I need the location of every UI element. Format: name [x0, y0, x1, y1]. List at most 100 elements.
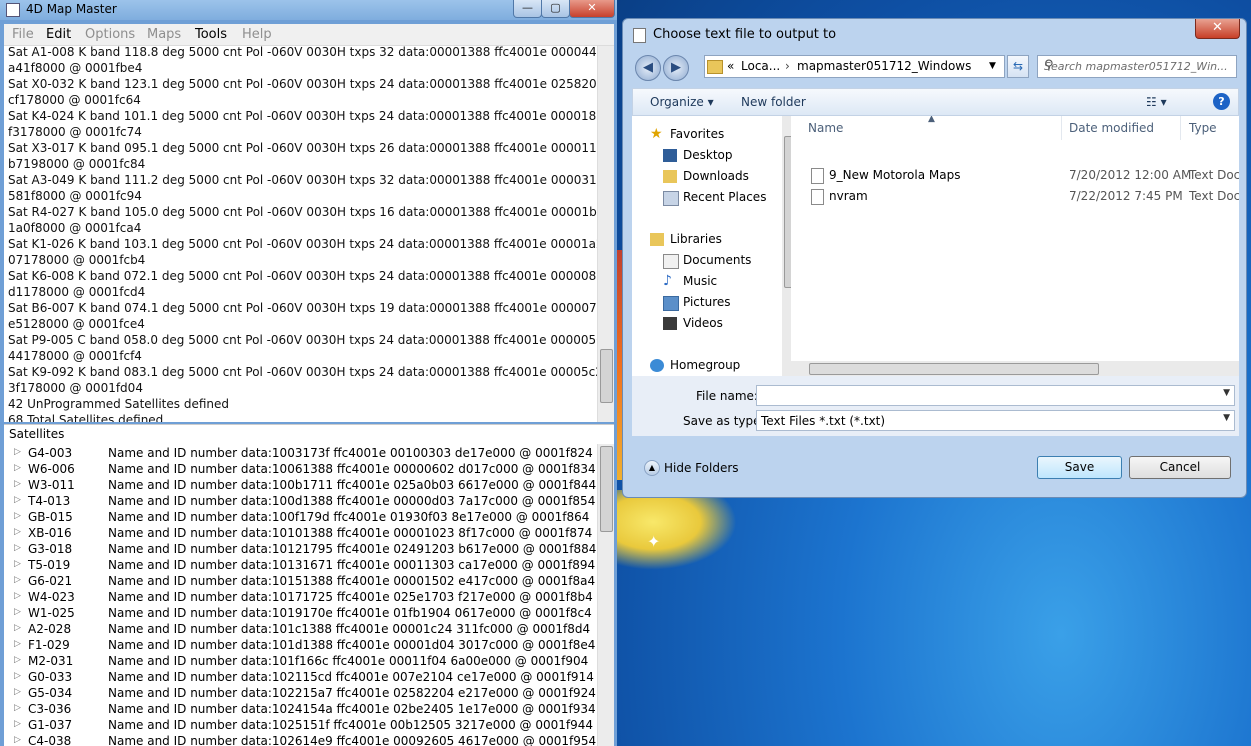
organize-label: Organize — [650, 95, 704, 109]
file-list[interactable]: Name ▲ Date modified Type 9_New Motorola… — [791, 116, 1239, 361]
save-button[interactable]: Save — [1037, 456, 1122, 479]
minimize-button[interactable]: — — [513, 0, 542, 18]
save-type-dropdown-icon[interactable]: ▼ — [1223, 413, 1230, 423]
back-button[interactable]: ◀ — [635, 55, 661, 81]
log-line: 68 Total Satellites defined — [8, 413, 164, 422]
expand-arrow-icon[interactable]: ▷ — [14, 719, 21, 729]
satellite-row[interactable]: ▷ C4-038 Name and ID number data:102614e9 … — [4, 734, 598, 746]
satellite-row[interactable]: ▷ GB-015 Name and ID number data:100f179d … — [4, 510, 598, 526]
menu-options[interactable]: Options — [85, 27, 135, 42]
file-name-dropdown-icon[interactable]: ▼ — [1223, 388, 1230, 398]
output-log[interactable]: Sat A1-008 K band 118.8 deg 5000 cnt Pol… — [4, 46, 614, 422]
satellite-row[interactable]: ▷ G1-037 Name and ID number data:1025151f … — [4, 718, 598, 734]
satellite-row[interactable]: ▷ F1-029 Name and ID number data:101d1388 … — [4, 638, 598, 654]
expand-arrow-icon[interactable]: ▷ — [14, 703, 21, 713]
save-type-select[interactable]: Text Files *.txt (*.txt) ▼ — [756, 410, 1235, 431]
expand-arrow-icon[interactable]: ▷ — [14, 607, 21, 617]
satellite-id: GB-015 — [28, 510, 73, 524]
satellite-row[interactable]: ▷ W4-023 Name and ID number data:10171725 … — [4, 590, 598, 606]
view-options-icon[interactable]: ☷ ▾ — [1146, 95, 1167, 109]
column-name[interactable]: Name — [808, 121, 843, 135]
app-titlebar[interactable]: 4D Map Master — ▢ ✕ — [0, 0, 617, 20]
expand-arrow-icon[interactable]: ▷ — [14, 623, 21, 633]
menu-maps[interactable]: Maps — [147, 27, 181, 42]
satellite-row[interactable]: ▷ G0-033 Name and ID number data:102115cd … — [4, 670, 598, 686]
new-folder-button[interactable]: New folder — [741, 95, 806, 109]
satellite-row[interactable]: ▷ G5-034 Name and ID number data:102215a7 … — [4, 686, 598, 702]
expand-arrow-icon[interactable]: ▷ — [14, 511, 21, 521]
expand-arrow-icon[interactable]: ▷ — [14, 591, 21, 601]
satellite-info: Name and ID number data:101c1388 ffc4001… — [108, 622, 591, 636]
satellite-row[interactable]: ▷ M2-031 Name and ID number data:101f166c … — [4, 654, 598, 670]
expand-arrow-icon[interactable]: ▷ — [14, 655, 21, 665]
refresh-button[interactable]: ⇆ — [1007, 55, 1029, 78]
satellites-tree[interactable]: ▷ G4-003 Name and ID number data:1003173f … — [4, 444, 614, 746]
address-chevron-icon[interactable]: › — [785, 59, 790, 73]
file-row[interactable]: 9_New Motorola Maps 7/20/2012 12:00 AM T… — [791, 166, 1239, 186]
address-prefix[interactable]: Loca... — [741, 59, 780, 73]
expand-arrow-icon[interactable]: ▷ — [14, 495, 21, 505]
satellite-id: C4-038 — [28, 734, 72, 746]
column-separator[interactable] — [1061, 116, 1062, 140]
menu-edit[interactable]: Edit — [46, 27, 71, 42]
dialog-close-button[interactable]: ✕ — [1195, 19, 1240, 39]
expand-arrow-icon[interactable]: ▷ — [14, 671, 21, 681]
address-dropdown-icon[interactable]: ▼ — [989, 61, 996, 71]
expand-arrow-icon[interactable]: ▷ — [14, 527, 21, 537]
expand-arrow-icon[interactable]: ▷ — [14, 559, 21, 569]
expand-arrow-icon[interactable]: ▷ — [14, 575, 21, 585]
log-line: e5128000 @ 0001fce4 — [8, 317, 145, 331]
column-separator[interactable] — [1180, 116, 1181, 140]
satellite-row[interactable]: ▷ G4-003 Name and ID number data:1003173f … — [4, 446, 598, 462]
nav-pictures-label: Pictures — [683, 295, 731, 309]
expand-arrow-icon[interactable]: ▷ — [14, 639, 21, 649]
search-input[interactable]: Search mapmaster051712_Win... ⚲ — [1037, 55, 1237, 78]
satellites-scrollbar[interactable] — [597, 444, 614, 746]
file-list-hscrollbar[interactable] — [791, 361, 1239, 376]
satellite-row[interactable]: ▷ G3-018 Name and ID number data:10121795 … — [4, 542, 598, 558]
expand-arrow-icon[interactable]: ▷ — [14, 479, 21, 489]
column-date[interactable]: Date modified — [1069, 121, 1154, 135]
cancel-button[interactable]: Cancel — [1129, 456, 1231, 479]
file-row[interactable]: nvram 7/22/2012 7:45 PM Text Docu — [791, 187, 1239, 207]
expand-arrow-icon[interactable]: ▷ — [14, 735, 21, 745]
maximize-button[interactable]: ▢ — [541, 0, 570, 18]
file-list-hscroll-thumb[interactable] — [809, 363, 1099, 375]
satellite-row[interactable]: ▷ XB-016 Name and ID number data:10101388 … — [4, 526, 598, 542]
forward-button[interactable]: ▶ — [663, 55, 689, 81]
satellite-row[interactable]: ▷ T4-013 Name and ID number data:100d1388 … — [4, 494, 598, 510]
menu-file[interactable]: File — [12, 27, 34, 42]
expand-arrow-icon[interactable]: ▷ — [14, 687, 21, 697]
address-bar[interactable]: « Loca... › mapmaster051712_Windows ▼ — [704, 55, 1005, 78]
satellite-info: Name and ID number data:10171725 ffc4001… — [108, 590, 593, 604]
satellite-row[interactable]: ▷ W1-025 Name and ID number data:1019170e … — [4, 606, 598, 622]
log-line: 1a0f8000 @ 0001fca4 — [8, 221, 142, 235]
log-scrollbar[interactable] — [597, 46, 614, 422]
satellite-row[interactable]: ▷ W6-006 Name and ID number data:10061388 … — [4, 462, 598, 478]
satellite-id: G1-037 — [28, 718, 73, 732]
menu-bar: File Edit Options Maps Tools Help — [4, 24, 614, 46]
satellite-row[interactable]: ▷ T5-019 Name and ID number data:10131671 … — [4, 558, 598, 574]
satellite-row[interactable]: ▷ G6-021 Name and ID number data:10151388 … — [4, 574, 598, 590]
address-current[interactable]: mapmaster051712_Windows — [797, 59, 971, 73]
file-name-input[interactable]: ▼ — [756, 385, 1235, 406]
organize-button[interactable]: Organize ▾ — [650, 95, 714, 109]
sort-arrow-icon: ▲ — [928, 116, 935, 124]
satellite-row[interactable]: ▷ W3-011 Name and ID number data:100b1711 … — [4, 478, 598, 494]
satellites-scroll-thumb[interactable] — [600, 446, 613, 532]
log-scroll-thumb[interactable] — [600, 349, 613, 403]
column-type[interactable]: Type — [1189, 121, 1217, 135]
menu-tools[interactable]: Tools — [195, 27, 227, 42]
satellite-row[interactable]: ▷ A2-028 Name and ID number data:101c1388 … — [4, 622, 598, 638]
menu-help[interactable]: Help — [242, 27, 272, 42]
map-master-window: 4D Map Master — ▢ ✕ File Edit Options Ma… — [0, 0, 617, 746]
help-icon[interactable]: ? — [1213, 93, 1230, 110]
search-icon: ⚲ — [1044, 58, 1054, 73]
satellite-info: Name and ID number data:1024154a ffc4001… — [108, 702, 596, 716]
dialog-bottom-bar: ▲ Hide Folders Save Cancel — [632, 442, 1239, 492]
close-button[interactable]: ✕ — [569, 0, 615, 18]
expand-arrow-icon[interactable]: ▷ — [14, 463, 21, 473]
expand-arrow-icon[interactable]: ▷ — [14, 447, 21, 457]
satellite-row[interactable]: ▷ C3-036 Name and ID number data:1024154a … — [4, 702, 598, 718]
expand-arrow-icon[interactable]: ▷ — [14, 543, 21, 553]
